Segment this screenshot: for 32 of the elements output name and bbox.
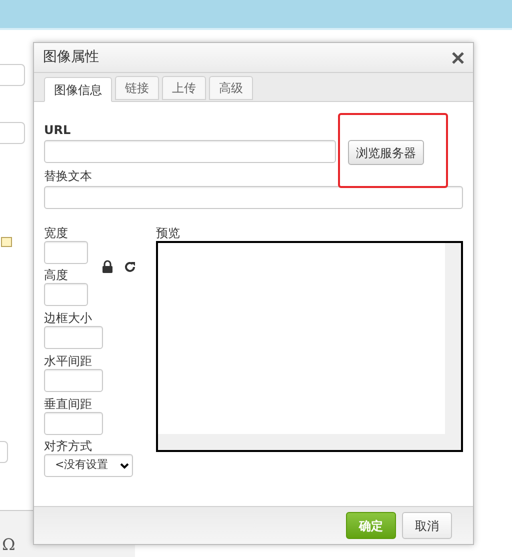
browse-server-button[interactable]: 浏览服务器: [348, 140, 424, 165]
field-label: 水平间距: [44, 353, 93, 369]
tab[interactable]: 上传: [162, 76, 206, 100]
width-label: 宽度: [44, 225, 69, 241]
height-label: 高度: [44, 267, 69, 283]
url-label: URL: [44, 122, 72, 138]
url-field[interactable]: [44, 140, 336, 163]
horizontal-scrollbar[interactable]: [158, 434, 461, 450]
field-label: 边框大小: [44, 310, 93, 326]
height-field[interactable]: [44, 283, 88, 306]
reset-icon[interactable]: [124, 260, 136, 272]
dialog-title: 图像属性: [43, 48, 99, 67]
tab[interactable]: 链接: [115, 76, 159, 100]
close-icon[interactable]: [452, 52, 464, 64]
preview-label: 预览: [156, 225, 181, 241]
chevron-icon: [120, 462, 129, 468]
tab[interactable]: 高级: [209, 76, 253, 100]
vertical-scrollbar[interactable]: [445, 243, 461, 434]
image-icon: [1, 237, 12, 247]
size-field[interactable]: [44, 369, 103, 392]
size-field[interactable]: [44, 326, 103, 349]
alt-text-field[interactable]: [44, 186, 463, 209]
tab[interactable]: 图像信息: [44, 77, 112, 102]
width-field[interactable]: [44, 241, 88, 264]
align-label: 对齐方式: [44, 438, 93, 454]
align-select[interactable]: <没有设置: [44, 454, 133, 477]
alt-text-label: 替换文本: [44, 168, 93, 184]
field-label: 垂直间距: [44, 396, 93, 412]
lock-icon[interactable]: [102, 260, 113, 273]
toolbar-symbol[interactable]: Ω: [2, 535, 16, 555]
size-field[interactable]: [44, 412, 103, 435]
cancel-button[interactable]: 取消: [402, 512, 452, 539]
